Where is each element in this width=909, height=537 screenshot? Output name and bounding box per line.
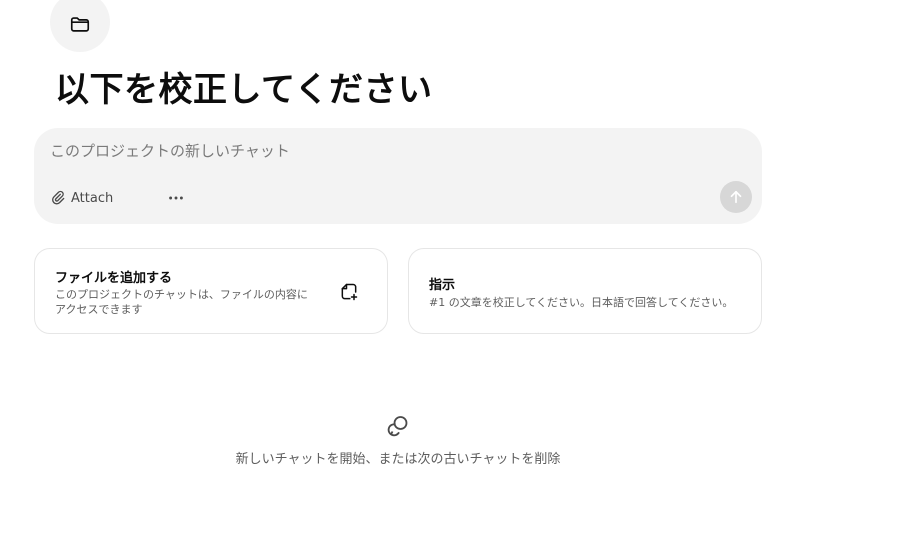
send-button[interactable] — [720, 181, 752, 213]
add-files-card[interactable]: ファイルを追加する このプロジェクトのチャットは、ファイルの内容にアクセスできま… — [34, 248, 388, 334]
project-icon-badge[interactable] — [50, 0, 110, 52]
empty-state-text: 新しいチャットを開始、または次の古いチャットを削除 — [235, 452, 561, 467]
chat-bubbles-icon — [387, 416, 408, 437]
more-horizontal-icon — [169, 196, 183, 200]
more-options-button[interactable] — [166, 188, 186, 208]
add-files-description: このプロジェクトのチャットは、ファイルの内容にアクセスできます — [55, 288, 308, 316]
project-title[interactable]: 以下を校正してください — [55, 62, 432, 111]
add-files-title: ファイルを追加する — [55, 271, 173, 286]
instructions-card[interactable]: 指示 #1 の文章を校正してください。日本語で回答してください。 — [408, 248, 762, 334]
attach-button[interactable]: Attach — [50, 188, 113, 208]
chat-composer: Attach — [34, 128, 762, 224]
chat-input[interactable] — [50, 142, 710, 160]
arrow-up-icon — [730, 190, 742, 204]
add-file-icon — [341, 283, 358, 301]
instructions-description: #1 の文章を校正してください。日本語で回答してください。 — [429, 296, 734, 309]
paperclip-icon — [52, 190, 65, 205]
empty-chat-state: 新しいチャットを開始、または次の古いチャットを削除 — [0, 414, 796, 467]
attach-label: Attach — [71, 190, 114, 206]
project-page: 以下を校正してください Attach ファイルを追加する このプロジェクトのチャ… — [0, 0, 909, 537]
instructions-title: 指示 — [429, 278, 456, 293]
folder-icon — [70, 17, 90, 32]
